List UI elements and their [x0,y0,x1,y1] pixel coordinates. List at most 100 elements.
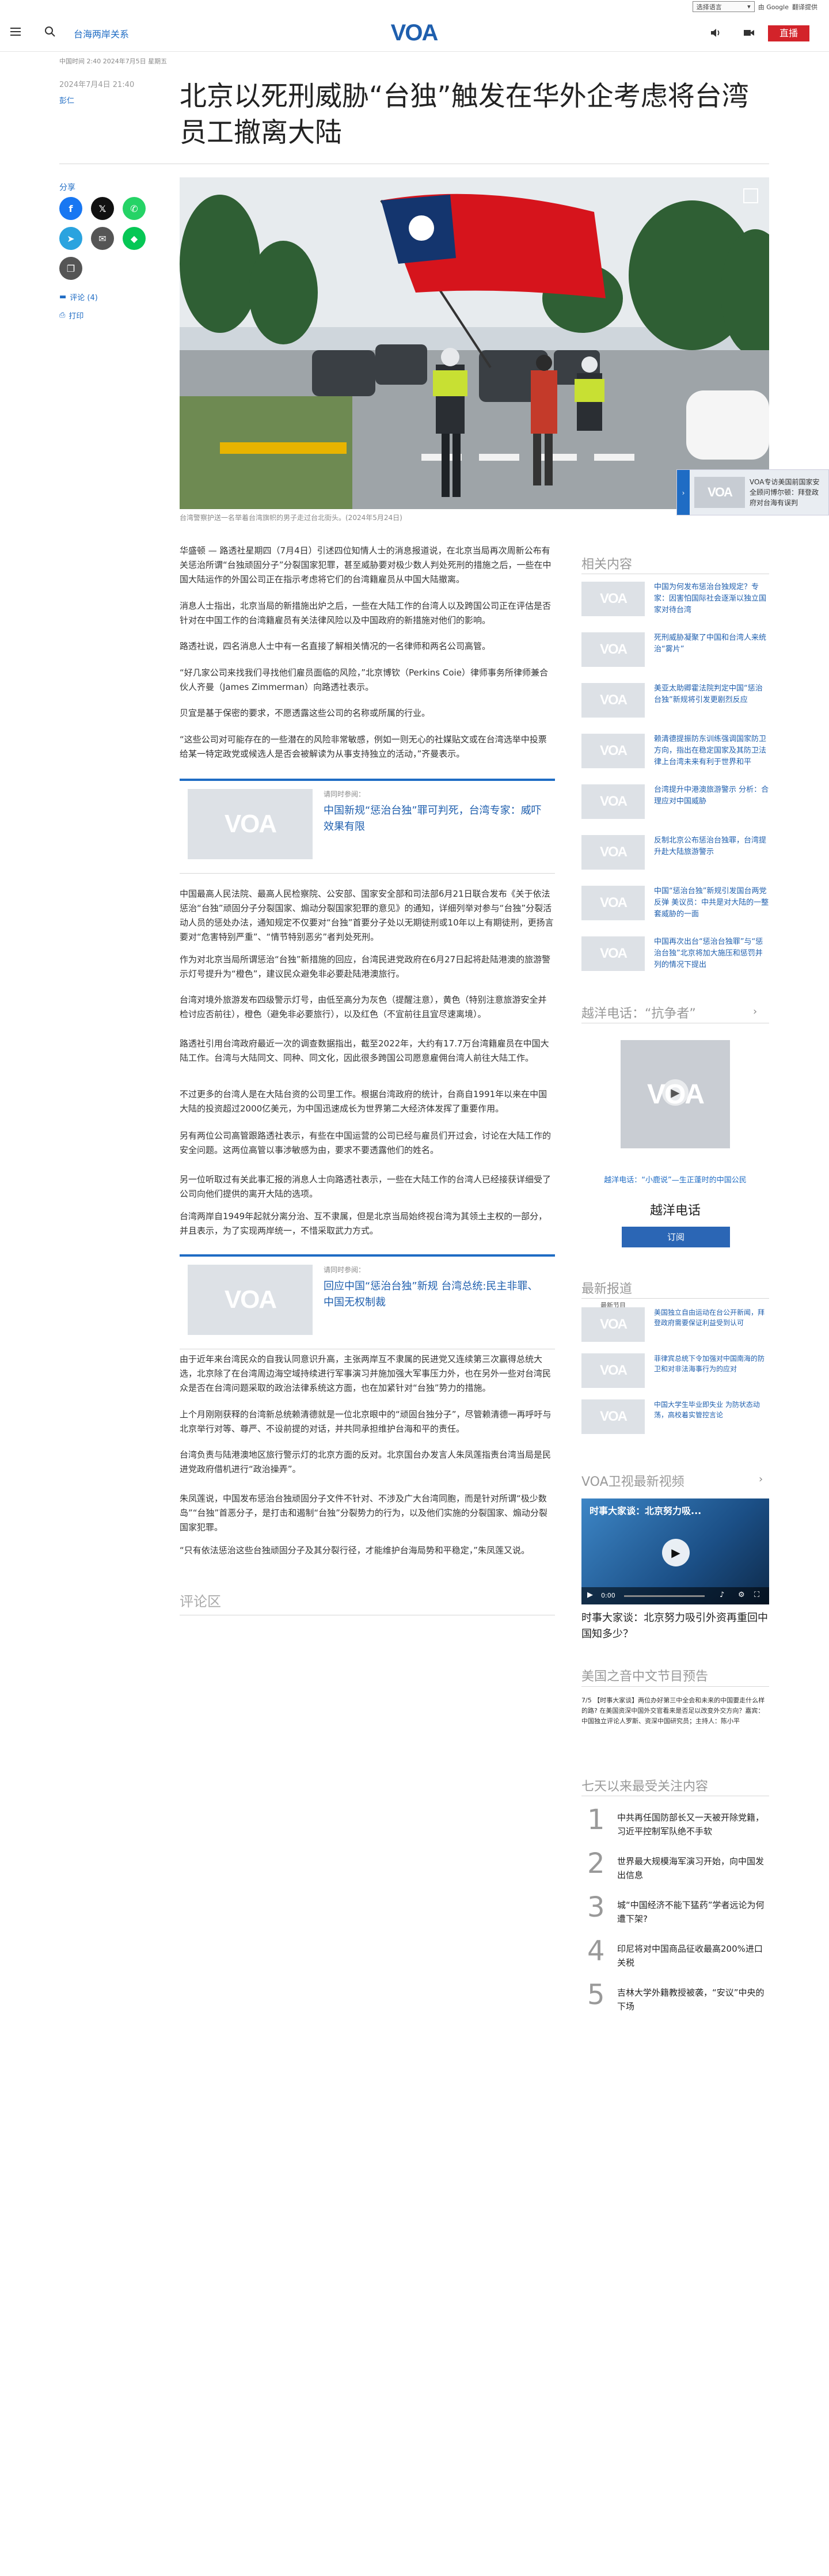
whatsapp-icon: ✆ [130,203,138,214]
related-label: 请同时参阅： [324,1266,366,1274]
related-item-thumbnail: VOA [581,632,645,667]
top-item-title[interactable]: 世界最大规模海军演习开始，向中国发出信息 [617,1854,767,1882]
chevron-right-icon[interactable]: › [677,470,690,515]
paragraph: 中国最高人民法院、最高人民检察院、公安部、国家安全部和司法部6月21日联合发布《… [180,889,554,942]
related-item[interactable]: VOA 反制北京公布惩治台独罪，台湾提升赴大陆旅游警示 [581,835,769,870]
top-item-title[interactable]: 吉林大学外籍教授被袭，“安议”中央的下场 [617,1986,767,2013]
facebook-icon: f [69,203,73,214]
play-icon[interactable]: ▶ [662,1539,690,1566]
related-item-title[interactable]: 反制北京公布惩治台独罪，台湾提升赴大陆旅游警示 [654,835,769,858]
paragraph: 上个月刚刚获释的台湾新总统赖清德就是一位北京眼中的“顽固台独分子”，尽管赖清德一… [180,1409,552,1434]
video-caption[interactable]: 时事大家谈：北京努力吸引外资再重回中国知多少？ [581,1610,769,1642]
related-thumbnail: VOA [188,1265,313,1335]
chevron-right-icon[interactable]: › [759,1473,763,1485]
related-headline[interactable]: 中国新规“惩治台独”罪可判死，台湾专家：威吓效果有限 [324,803,542,835]
divider [581,1686,769,1687]
play-icon[interactable]: ▶ [662,1079,689,1106]
floating-video-teaser[interactable]: › VOA VOA专访美国前国家安全顾问博尔顿：拜登政府对台海有误判 [676,469,829,515]
paragraph: 不过更多的台湾人是在大陆台资的公司里工作。根据台湾政府的统计，台商自1991年以… [180,1089,547,1114]
live-button[interactable]: 直播 [768,25,809,41]
related-item[interactable]: VOA 中国“惩治台独”新规引发国台两党反弹 美议员：中共是对大陆的一整套威胁的一… [581,886,769,920]
latest-item[interactable]: VOA 中国大学生毕业即失业 为防状态动荡，高校着实管控言论 [581,1399,769,1434]
top-item[interactable]: 2 世界最大规模海军演习开始，向中国发出信息 [581,1847,769,1890]
related-item[interactable]: VOA 中国为何发布惩治台独规定？专家：因害怕国际社会逐渐以独立国家对待台湾 [581,582,769,616]
latest-item[interactable]: VOA 美国独立自由运动在台公开新闻，拜登政府需要保证利益受到认可 [581,1307,769,1342]
related-item[interactable]: VOA 美亚太助卿霍法院判定中国“惩治台独”新规将引发更剧烈反应 [581,683,769,718]
paragraph: 贝宜是基于保密的要求，不愿透露这些公司的名称或所属的行业。 [180,708,431,718]
video-progress-bar[interactable] [624,1595,705,1597]
top-item-title[interactable]: 印尼将对中国商品征收最高200%进口关税 [617,1942,767,1970]
related-item[interactable]: VOA 死刑威胁凝聚了中国和台湾人来统治“雾片” [581,632,769,667]
rank-number: 1 [587,1804,605,1836]
related-article-box[interactable]: VOA 请同时参阅： 回应中国“惩治台独”新规 台湾总统:民主非罪、中国无权制裁 [180,1254,555,1349]
hero-photo [180,177,769,509]
top-item[interactable]: 3 城“中国经济不能下猛药”学者远论为何遭下架? [581,1891,769,1934]
translate-strip: 选择语言 ▾ 由 Google 翻译提供 [0,0,829,14]
voa-logo[interactable]: VOA [385,21,443,45]
related-item[interactable]: VOA 赖清德提振防东训练强调国家防卫方向，指出在稳定国家及其防卫法律上台湾未来有… [581,734,769,768]
paragraph: 台湾两岸自1949年起就分离分治、互不隶属，但是北京当局始终视台湾为其领土主权的… [180,1211,547,1236]
latest-item-title[interactable]: 美国独立自由运动在台公开新闻，拜登政府需要保证利益受到认可 [654,1307,769,1328]
related-item-title[interactable]: 死刑威胁凝聚了中国和台湾人来统治“雾片” [654,632,769,655]
video-player[interactable]: 时事大家谈：北京努力吸... ▶ ▶ 0:00 ♪ ⚙ ⛶ [581,1498,769,1604]
latest-item-title[interactable]: 中国大学生毕业即失业 为防状态动荡，高校着实管控言论 [654,1399,769,1420]
latest-item-title[interactable]: 菲律宾总统下令加强对中国南海的防卫和对非法海事行为的应对 [654,1353,769,1374]
related-label: 请同时参阅： [324,790,366,798]
related-item-title[interactable]: 赖清德提振防东训练强调国家防卫方向，指出在稳定国家及其防卫法律上台湾未来有利于世… [654,734,769,768]
latest-item[interactable]: VOA 菲律宾总统下令加强对中国南海的防卫和对非法海事行为的应对 [581,1353,769,1388]
email-share-button[interactable]: ✉ [91,227,114,250]
settings-icon[interactable]: ⚙ [738,1591,745,1599]
top-item-title[interactable]: 中共再任国防部长又一天被开除党籍，习近平控制军队绝不手软 [617,1811,767,1838]
email-icon: ✉ [98,233,107,244]
top-item[interactable]: 1 中共再任国防部长又一天被开除党籍，习近平控制军队绝不手软 [581,1804,769,1846]
video-play-control-icon[interactable]: ▶ [587,1591,593,1599]
article-author[interactable]: 彭仁 [59,94,74,105]
section-link[interactable]: 台海两岸关系 [74,26,129,40]
telegram-share-button[interactable]: ➤ [59,227,82,250]
copy-link-button[interactable]: ❐ [59,257,82,280]
top-item[interactable]: 5 吉林大学外籍教授被袭，“安议”中央的下场 [581,1979,769,2021]
translate-label[interactable]: 翻译提供 [792,2,817,12]
street-scene-image [180,177,769,509]
related-item-title[interactable]: 台湾提升中港澳旅游警示 分析：合理应对中国威胁 [654,784,769,807]
paragraph: “好几家公司来找我们寻找他们雇员面临的风险，”北京博钦（Perkins Coie… [180,667,548,692]
volume-icon[interactable]: ♪ [720,1591,724,1599]
chevron-right-icon[interactable]: › [753,1006,757,1018]
paragraph: 消息人士指出，北京当局的新措施出炉之后，一些在大陆工作的台湾人以及跨国公司正在评… [180,601,552,625]
audio-icon[interactable] [709,26,722,39]
latest-item-thumbnail: VOA [581,1353,645,1388]
related-item-title[interactable]: 中国为何发布惩治台独规定？专家：因害怕国际社会逐渐以独立国家对待台湾 [654,582,769,616]
print-link[interactable]: ⎙ 打印 [59,310,83,321]
teaser-text: VOA专访美国前国家安全顾问博尔顿：拜登政府对台海有误判 [750,478,820,507]
related-item-title[interactable]: 美亚太助卿霍法院判定中国“惩治台独”新规将引发更剧烈反应 [654,683,769,706]
paragraph: 台湾负责与陆港澳地区旅行警示灯的北京方面的反对。北京国台办发言人朱凤莲指责台湾当… [180,1450,552,1474]
comments-link[interactable]: ▬ 评论 (4) [59,291,98,302]
menu-icon[interactable] [10,28,21,36]
meta-line: 中国时间 2:40 2024年7月5日 星期五 [59,58,168,65]
search-icon[interactable] [44,25,56,38]
paragraph: 朱凤莲说，中国发布惩治台独顽固分子文件不针对、不涉及广大台湾同胞，而是针对所谓“… [180,1493,547,1532]
top-item[interactable]: 4 印尼将对中国商品征收最高200%进口关税 [581,1935,769,1978]
related-headline[interactable]: 回应中国“惩治台独”新规 台湾总统:民主非罪、中国无权制裁 [324,1278,542,1311]
fullscreen-icon[interactable]: ⛶ [754,1591,759,1599]
top-item-title[interactable]: 城“中国经济不能下猛药”学者远论为何遭下架? [617,1898,767,1926]
related-item[interactable]: VOA 中国再次出台“惩治台独罪”与“惩治台独”北京将加大施压和惩罚并列的情况下提… [581,936,769,971]
chevron-down-icon: ▾ [747,3,751,10]
share-label: 分享 [59,183,75,192]
hotline-subtitle[interactable]: 越洋电话：“小鹿说”—生正蓬时的中国公民 [581,1174,769,1185]
comments-heading: 评论区 [180,1594,221,1610]
related-article-box[interactable]: VOA 请同时参阅： 中国新规“惩治台独”罪可判死，台湾专家：威吓效果有限 [180,779,555,874]
video-title: VOA卫视最新视频 [581,1475,685,1489]
language-select[interactable]: 选择语言 ▾ [692,1,755,12]
google-translate-widget: 选择语言 ▾ 由 Google 翻译提供 [692,1,817,12]
related-item-title[interactable]: 中国“惩治台独”新规引发国台两党反弹 美议员：中共是对大陆的一整套威胁的一面 [654,886,769,920]
subscribe-button[interactable]: 订阅 [622,1227,730,1247]
facebook-share-button[interactable]: f [59,197,82,220]
hotline-name: 越洋电话 [649,1204,701,1218]
video-icon[interactable] [743,26,755,39]
whatsapp-share-button[interactable]: ✆ [123,197,146,220]
x-share-button[interactable]: 𝕏 [91,197,114,220]
line-share-button[interactable]: ◆ [123,227,146,250]
related-item-title[interactable]: 中国再次出台“惩治台独罪”与“惩治台独”北京将加大施压和惩罚并列的情况下提出 [654,936,769,971]
related-item[interactable]: VOA 台湾提升中港澳旅游警示 分析：合理应对中国威胁 [581,784,769,819]
